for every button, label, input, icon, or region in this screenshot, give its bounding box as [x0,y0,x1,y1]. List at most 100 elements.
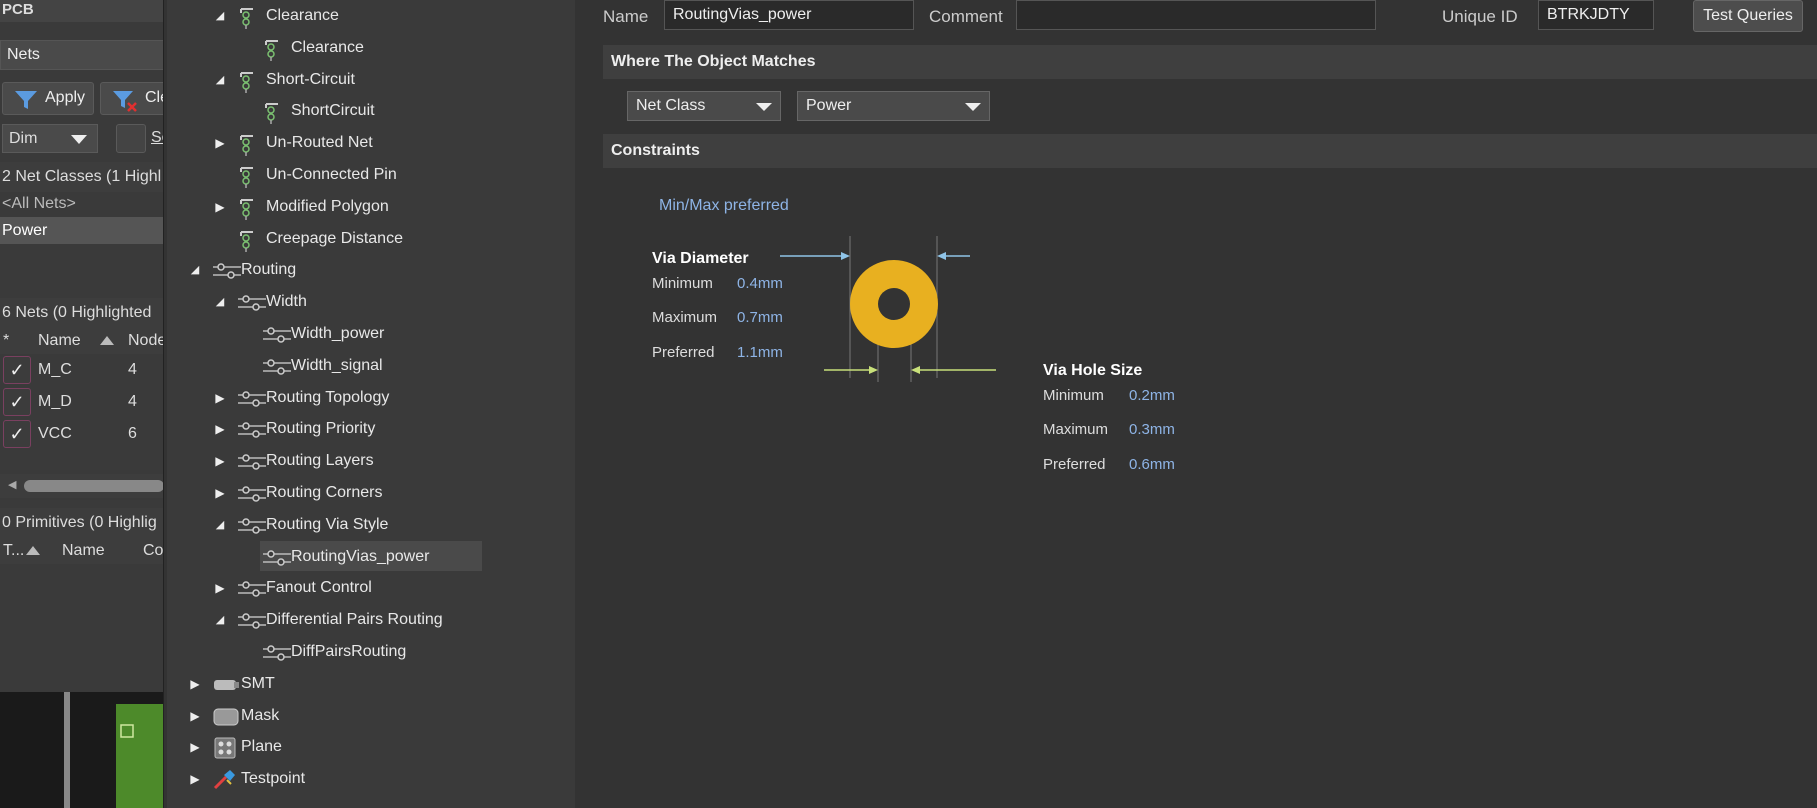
name-field[interactable]: RoutingVias_power [664,0,914,30]
col-name[interactable]: Name [62,537,105,564]
net-name: M_C [38,361,72,378]
expand-arrow-icon[interactable]: ◢ [188,254,202,286]
test-queries-button[interactable]: Test Queries [1693,0,1803,32]
apply-label: Apply [45,89,86,106]
minmax-label: Min/Max preferred [659,197,789,214]
collapse-arrow-icon[interactable]: ▶ [213,477,227,509]
collapse-arrow-icon[interactable]: ▶ [188,731,202,763]
net-nodes: 4 [128,393,137,410]
via-hole-min-value[interactable]: 0.2mm [1129,387,1175,404]
col-type[interactable]: T... [3,537,24,564]
routing-icon [237,451,266,473]
unique-id-field[interactable]: BTRKJDTY [1538,0,1654,30]
net-class-all[interactable]: <All Nets> [0,190,163,217]
collapse-arrow-icon[interactable]: ▶ [213,413,227,445]
nets-header: 6 Nets (0 Highlighted [0,298,163,328]
tree-item-label: Modified Polygon [266,197,389,215]
net-check[interactable]: ✓ [3,420,31,448]
collapse-arrow-icon[interactable]: ▶ [213,445,227,477]
via-hole [878,288,910,320]
routing-icon [262,356,291,378]
via-hole-max-value[interactable]: 0.3mm [1129,421,1175,438]
col-component[interactable]: Co [143,537,163,564]
via-hole-title: Via Hole Size [1043,362,1143,379]
pcb-panel: PCB Nets Apply Cle Dim Se 2 Net Classes … [0,0,164,808]
match-value-select[interactable]: Power [797,91,990,121]
primitives-header: 0 Primitives (0 Highlig [0,508,163,538]
collapse-arrow-icon[interactable]: ▶ [188,668,202,700]
collapse-arrow-icon[interactable]: ▶ [188,700,202,732]
constraints-header: Constraints [603,134,1817,168]
net-nodes: 6 [128,425,137,442]
scroll-left-icon[interactable]: ◀ [8,478,16,491]
tree-item-label: SMT [241,674,275,692]
collapse-arrow-icon[interactable]: ▶ [213,127,227,159]
net-check[interactable]: ✓ [3,356,31,384]
where-header: Where The Object Matches [603,45,1817,79]
name-label: Name [603,7,649,26]
col-name[interactable]: Name [38,327,81,354]
net-row[interactable]: ✓ M_C 4 [0,354,163,386]
nets-column-header: * Name Node [0,327,163,354]
tree-item-label: Routing Via Style [266,515,389,533]
tree-item-label: Fanout Control [266,579,372,597]
tree-item-label: Creepage Distance [266,229,403,247]
net-row[interactable]: ✓ M_D 4 [0,386,163,418]
tree-item-label: Width_signal [291,356,383,374]
expand-arrow-icon[interactable]: ◢ [213,0,227,32]
comment-label: Comment [929,7,1003,26]
rule-icon [262,38,288,61]
net-class-power[interactable]: Power [0,217,163,244]
rule-icon [262,101,288,125]
net-nodes: 4 [128,361,137,378]
dim-dropdown[interactable]: Dim [2,124,98,153]
collapse-arrow-icon[interactable]: ▶ [188,763,202,795]
routing-icon [237,292,266,314]
collapse-arrow-icon[interactable]: ▶ [213,191,227,223]
tree-item-label: Testpoint [241,770,306,788]
tree-item-label: DiffPairsRouting [291,643,407,660]
net-name: VCC [38,425,72,442]
tree-item-label: Width_power [291,325,385,342]
rule-group-icon [237,133,263,157]
select-checkbox[interactable] [116,124,146,153]
tree-item-label: Un-Routed Net [266,134,373,152]
col-nodes[interactable]: Node [128,327,163,354]
net-row[interactable]: ✓ VCC 6 [0,418,163,450]
tree-item-label: Differential Pairs Routing [266,611,443,629]
expand-arrow-icon[interactable]: ◢ [213,64,227,96]
sort-up-icon [100,336,114,345]
tree-item-label: Un-Connected Pin [266,166,397,183]
chevron-down-icon [965,103,981,111]
expand-arrow-icon[interactable]: ◢ [213,509,227,541]
tree-item-label: Clearance [291,38,364,56]
routing-icon [212,260,241,282]
via-hole-pref-label: Preferred [1043,456,1106,473]
tree-item-label: RoutingVias_power [291,547,430,565]
dim-value: Dim [9,130,38,147]
tree-item-label: Plane [241,738,282,756]
comment-field[interactable] [1016,0,1376,30]
collapse-arrow-icon[interactable]: ▶ [213,382,227,414]
via-hole-min-label: Minimum [1043,387,1104,404]
routing-icon [262,642,291,664]
net-name: M_D [38,393,72,410]
mode-dropdown[interactable]: Nets [0,40,163,70]
net-check[interactable]: ✓ [3,388,31,416]
routing-icon [262,547,291,569]
clear-button[interactable]: Cle [100,82,163,115]
nets-scroll-thumb[interactable] [24,480,163,492]
expand-arrow-icon[interactable]: ◢ [213,286,227,318]
panel-title: PCB [0,0,163,22]
tree-item-label: Routing [241,261,297,279]
via-hole-pref-value[interactable]: 0.6mm [1129,456,1175,473]
tree-item-label: Routing Topology [266,388,390,406]
apply-button[interactable]: Apply [2,82,94,115]
routing-icon [262,324,291,346]
collapse-arrow-icon[interactable]: ▶ [213,572,227,604]
testpoint-icon [212,769,238,791]
routing-icon [237,515,266,537]
rule-group-icon [237,70,263,93]
match-type-select[interactable]: Net Class [627,91,781,121]
expand-arrow-icon[interactable]: ◢ [213,604,227,636]
